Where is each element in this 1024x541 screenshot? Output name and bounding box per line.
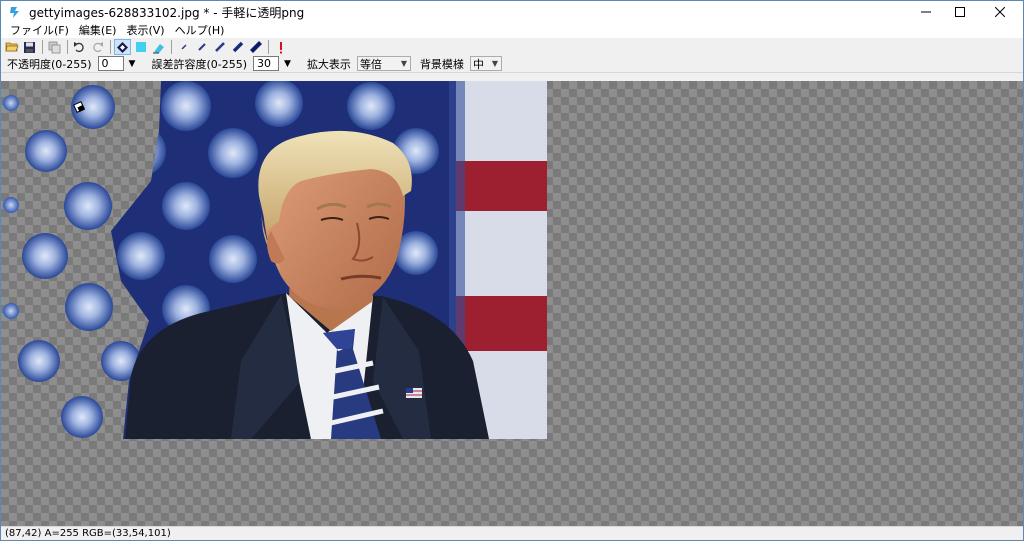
pen-size-4-button[interactable] [229,39,246,55]
redo-icon [93,42,103,53]
eraser-button[interactable] [150,39,167,55]
save-button[interactable] [21,39,38,55]
fill-transparent-icon [117,41,128,53]
save-icon [24,41,35,53]
edited-photo[interactable] [1,81,547,439]
menu-file[interactable]: ファイル(F) [5,23,74,38]
open-icon [5,42,19,52]
pen-size-2-icon [197,43,206,51]
cyan-square-icon [135,42,146,52]
bg-pattern-label: 背景模様 [419,57,464,71]
menu-help[interactable]: ヘルプ(H) [170,23,230,38]
redo-button[interactable] [89,39,106,55]
alert-button[interactable] [272,39,289,55]
maximize-button[interactable] [943,1,977,23]
zoom-label: 拡大表示 [306,57,351,71]
toolbar-separator [268,40,269,54]
menu-view[interactable]: 表示(V) [121,23,169,38]
title-bar: gettyimages-628833102.jpg * - 手軽に透明png [1,1,1023,23]
bg-pattern-select[interactable]: 中 ▼ [469,56,502,71]
window-title: gettyimages-628833102.jpg * - 手軽に透明png [29,5,305,20]
opacity-input[interactable]: 0 [97,56,124,71]
toolbar-separator [67,40,68,54]
opacity-spin-icon[interactable]: ▼ [129,59,136,69]
pen-size-3-button[interactable] [211,39,228,55]
eraser-icon [153,43,164,53]
menu-edit[interactable]: 編集(E) [74,23,122,38]
options-bar: 不透明度(0-255) 0 ▼ 誤差許容度(0-255) 30 ▼ 拡大表示 等… [1,55,1023,73]
minimize-button[interactable] [909,1,943,23]
window-controls [909,1,1023,23]
zoom-select-value: 等倍 [359,57,382,71]
toolbar-separator [110,40,111,54]
pen-size-5-icon [249,41,262,53]
fill-transparent-button[interactable] [114,39,131,55]
undo-icon [74,42,84,53]
pen-size-1-icon [180,44,187,50]
copy-button[interactable] [46,39,63,55]
tolerance-spin-icon[interactable]: ▼ [284,59,291,69]
pen-size-4-icon [232,41,243,53]
alert-icon [279,41,282,53]
status-bar: (87,42) A=255 RGB=(33,54,101) [1,526,1023,540]
chevron-down-icon: ▼ [491,59,499,68]
zoom-select[interactable]: 等倍 ▼ [356,56,411,71]
copy-icon [48,41,61,53]
pen-size-5-button[interactable] [247,39,264,55]
toolbar-separator [42,40,43,54]
pen-size-2-button[interactable] [193,39,210,55]
menu-bar: ファイル(F) 編集(E) 表示(V) ヘルプ(H) [1,23,1023,38]
opacity-label: 不透明度(0-255) [7,57,92,71]
close-button[interactable] [977,1,1023,23]
app-window: gettyimages-628833102.jpg * - 手軽に透明png フ… [0,0,1024,541]
bg-pattern-select-value: 中 [472,57,484,71]
undo-button[interactable] [71,39,88,55]
chevron-down-icon: ▼ [400,59,408,68]
tolerance-input[interactable]: 30 [253,56,280,71]
cyan-square-button[interactable] [132,39,149,55]
image-canvas[interactable] [1,81,1023,526]
toolbar [1,38,1023,56]
pen-size-1-button[interactable] [175,39,192,55]
app-icon [7,4,23,20]
open-button[interactable] [3,39,20,55]
toolbar-separator [171,40,172,54]
pen-size-3-icon [214,42,225,52]
tolerance-label: 誤差許容度(0-255) [151,57,248,71]
